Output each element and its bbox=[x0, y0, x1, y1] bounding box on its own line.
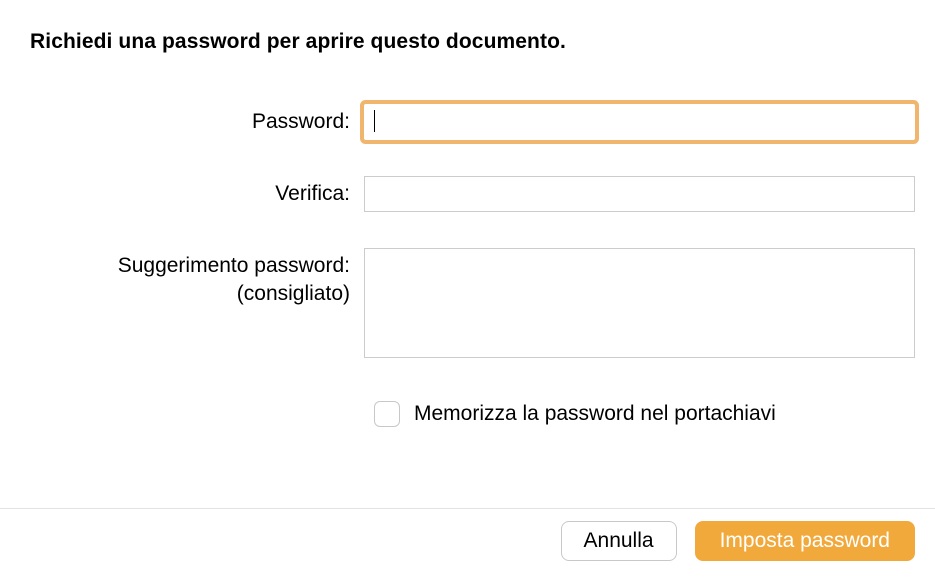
separator bbox=[0, 508, 935, 509]
cancel-button[interactable]: Annulla bbox=[561, 521, 677, 561]
hint-row: Suggerimento password: (consigliato) bbox=[30, 248, 915, 363]
password-dialog: Richiedi una password per aprire questo … bbox=[0, 0, 935, 581]
verify-row: Verifica: bbox=[30, 176, 915, 212]
set-password-button[interactable]: Imposta password bbox=[695, 521, 915, 561]
verify-control bbox=[364, 176, 915, 212]
hint-label-line1: Suggerimento password: bbox=[118, 254, 350, 277]
text-cursor-icon bbox=[374, 110, 375, 132]
password-input[interactable] bbox=[364, 104, 915, 140]
form-rows: Password: Verifica: Suggerimento passwor… bbox=[30, 104, 915, 363]
dialog-title: Richiedi una password per aprire questo … bbox=[30, 30, 915, 54]
remember-row: Memorizza la password nel portachiavi bbox=[374, 401, 915, 427]
password-label: Password: bbox=[30, 104, 364, 136]
button-bar: Annulla Imposta password bbox=[561, 521, 915, 561]
hint-control bbox=[364, 248, 915, 363]
verify-label: Verifica: bbox=[30, 176, 364, 208]
password-row: Password: bbox=[30, 104, 915, 140]
hint-input[interactable] bbox=[364, 248, 915, 358]
password-control bbox=[364, 104, 915, 140]
hint-label-line2: (consigliato) bbox=[237, 282, 350, 305]
hint-label: Suggerimento password: (consigliato) bbox=[30, 248, 364, 309]
remember-checkbox[interactable] bbox=[374, 401, 400, 427]
verify-input[interactable] bbox=[364, 176, 915, 212]
remember-label: Memorizza la password nel portachiavi bbox=[414, 402, 776, 426]
